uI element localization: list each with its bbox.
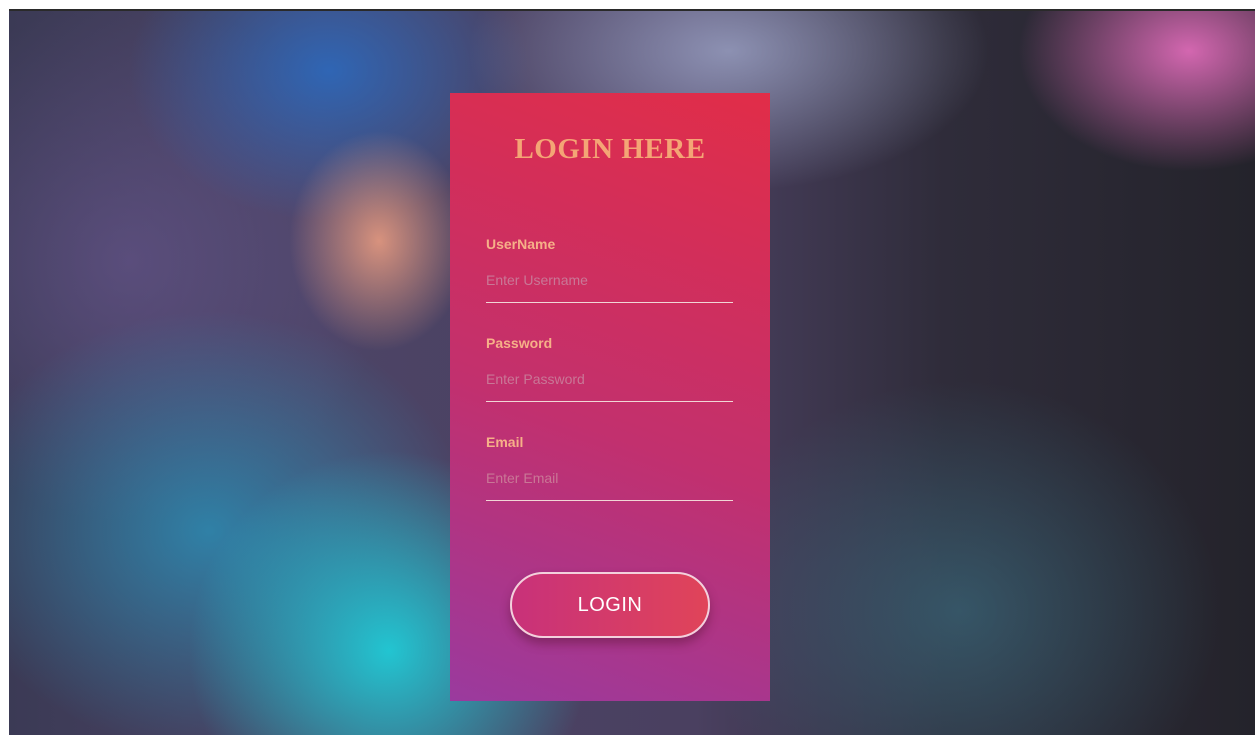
username-group: UserName: [486, 236, 733, 303]
password-label: Password: [486, 335, 553, 351]
login-title: LOGIN HERE: [514, 133, 706, 165]
password-group: Password: [486, 335, 733, 402]
email-input[interactable]: [486, 466, 733, 501]
username-label: UserName: [486, 236, 556, 252]
email-group: Email: [486, 434, 733, 501]
login-button[interactable]: LOGIN: [510, 572, 710, 638]
login-card: LOGIN HERE UserName Password Email LOGIN: [450, 93, 770, 701]
username-input[interactable]: [486, 268, 733, 303]
browser-viewport: LOGIN HERE UserName Password Email LOGIN: [9, 9, 1255, 735]
password-input[interactable]: [486, 367, 733, 402]
email-label: Email: [486, 434, 524, 450]
